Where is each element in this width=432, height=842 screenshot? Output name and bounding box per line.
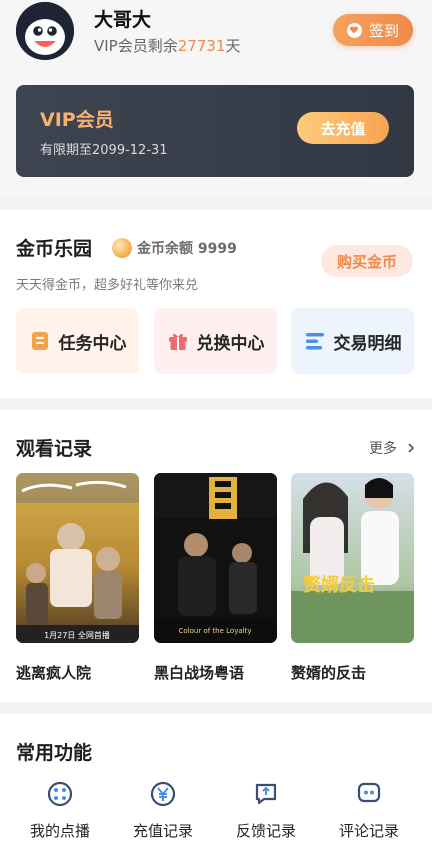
coins-section: 金币乐园 金币余额 9999 天天得金币，超多好礼等你来兑 购买金币 任务中心 … (0, 210, 432, 398)
profile-header: 大哥大 VIP会员剩余27731天 签到 VIP会员 有限期至2099-12-3… (0, 0, 432, 198)
play-dots-icon (44, 778, 76, 810)
exchange-center-tile[interactable]: 兑换中心 (154, 308, 277, 374)
more-label: 更多 (369, 441, 397, 457)
vip-expire-date: 有限期至2099-12-31 (40, 143, 168, 158)
username: 大哥大 (94, 9, 152, 31)
poster-image: Colour of the Loyalty (154, 473, 277, 643)
buy-coins-button[interactable]: 购买金币 (321, 245, 413, 277)
history-title: 观看记录 (16, 438, 93, 460)
history-section: 观看记录 更多 1月27日 全网首播 逃离疯人院 Colour of the L… (0, 410, 432, 702)
coin-balance: 金币余额 9999 (137, 241, 237, 257)
vip-prefix: VIP会员剩余 (94, 37, 178, 55)
heart-icon (346, 22, 362, 38)
vip-card-title: VIP会员 (40, 109, 114, 131)
func-feedback-history[interactable]: 反馈记录 (216, 778, 316, 841)
comment-icon (353, 778, 385, 810)
signin-button[interactable]: 签到 (333, 14, 413, 46)
penguin-avatar-icon (16, 2, 74, 60)
poster-image: 赘婿反击 (291, 473, 414, 643)
signin-label: 签到 (368, 21, 399, 40)
vip-suffix: 天 (225, 37, 241, 55)
func-my-vod[interactable]: 我的点播 (10, 778, 110, 841)
task-center-tile[interactable]: 任务中心 (16, 308, 139, 374)
yen-icon (147, 778, 179, 810)
coin-icon (112, 238, 132, 258)
coins-subtitle: 天天得金币，超多好礼等你来兑 (16, 278, 199, 293)
func-recharge-history-label: 充值记录 (132, 822, 193, 840)
poster-2[interactable]: Colour of the Loyalty (154, 473, 277, 643)
task-icon (29, 330, 51, 352)
func-comment-history[interactable]: 评论记录 (319, 778, 419, 841)
func-comment-history-label: 评论记录 (338, 822, 399, 840)
more-link[interactable]: 更多 (369, 438, 417, 458)
recharge-button[interactable]: 去充值 (297, 112, 389, 144)
chevron-right-icon (408, 443, 415, 453)
avatar[interactable] (16, 2, 74, 60)
vip-remaining: VIP会员剩余27731天 (94, 35, 240, 56)
poster-1[interactable]: 1月27日 全网首播 (16, 473, 139, 643)
list-icon (304, 330, 326, 352)
gift-icon (167, 330, 189, 352)
coins-title: 金币乐园 (16, 238, 93, 260)
poster-3-title: 赘婿的反击 (291, 664, 367, 682)
poster-1-title: 逃离疯人院 (16, 664, 92, 682)
functions-section: 常用功能 我的点播 充值记录 反馈记录 评论记录 (0, 714, 432, 842)
poster-3-caption: 赘婿反击 (302, 574, 375, 596)
func-recharge-history[interactable]: 充值记录 (113, 778, 213, 841)
exchange-center-label: 兑换中心 (196, 333, 265, 354)
functions-title: 常用功能 (16, 742, 93, 764)
func-my-vod-label: 我的点播 (29, 822, 90, 840)
task-center-label: 任务中心 (58, 333, 127, 354)
poster-1-caption: 1月27日 全网首播 (44, 630, 110, 640)
vip-card: VIP会员 有限期至2099-12-31 去充值 (16, 85, 414, 177)
transaction-detail-label: 交易明细 (333, 333, 402, 354)
poster-2-caption: Colour of the Loyalty (179, 627, 252, 635)
feedback-icon (250, 778, 282, 810)
poster-image: 1月27日 全网首播 (16, 473, 139, 643)
transaction-detail-tile[interactable]: 交易明细 (291, 308, 414, 374)
func-feedback-history-label: 反馈记录 (235, 822, 296, 840)
vip-days: 27731 (177, 37, 226, 55)
poster-3[interactable]: 赘婿反击 (291, 473, 414, 643)
poster-2-title: 黑白战场粤语 (154, 664, 245, 682)
